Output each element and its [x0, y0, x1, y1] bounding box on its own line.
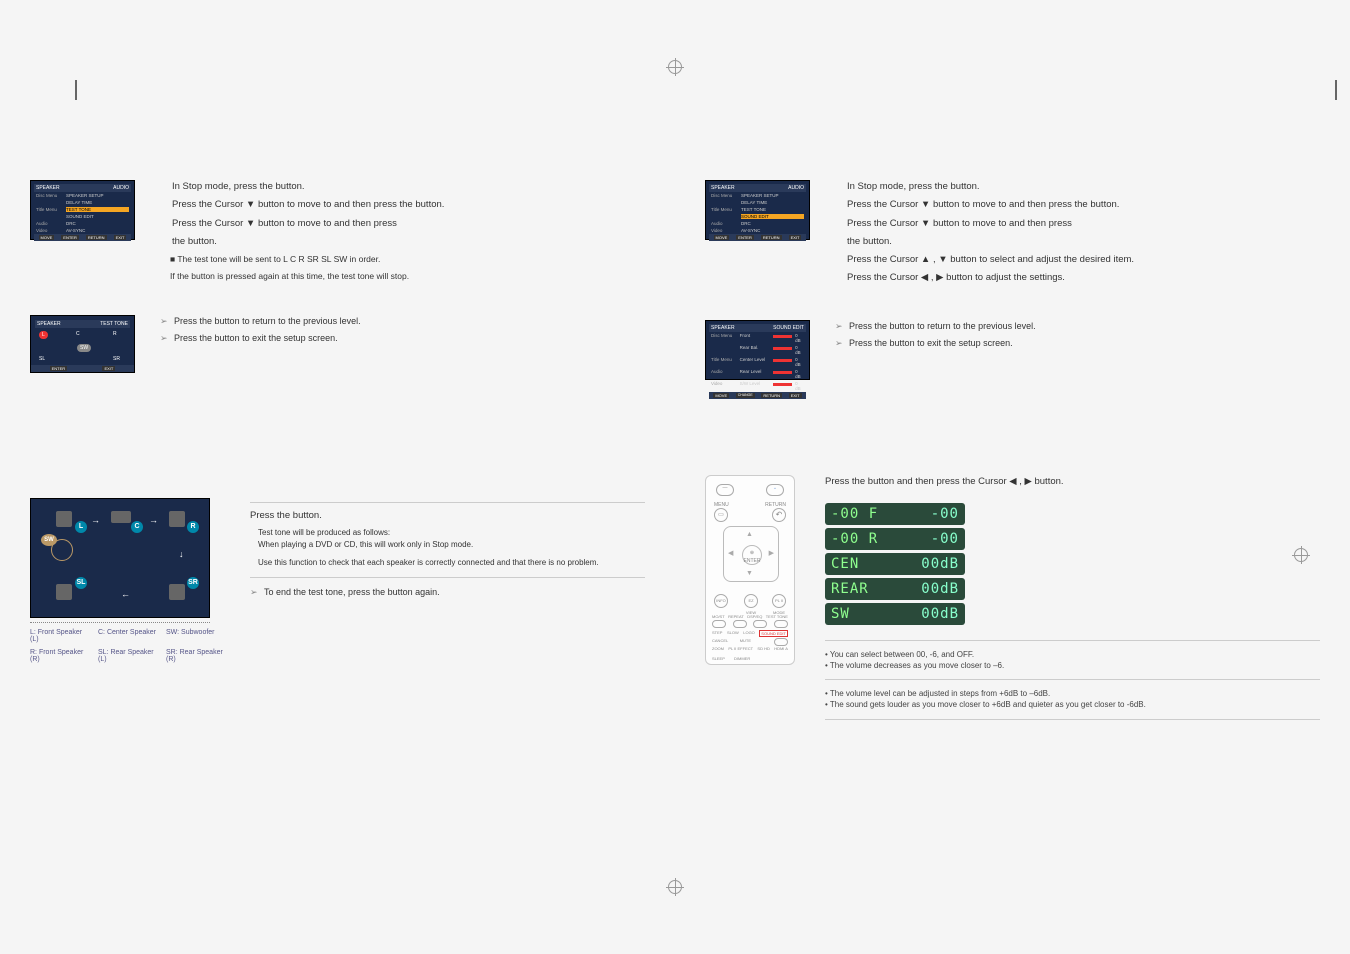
speaker-legend-row2: R: Front Speaker (R) SL: Rear Speaker (L… [30, 649, 230, 663]
lcd-rear: REAR00dB [825, 578, 965, 600]
exit-note: Press the button to exit the setup scree… [835, 337, 1320, 351]
crop-mark [75, 80, 77, 100]
menu-screenshot: SPEAKER AUDIO Disc MenuSPEAKER SETUP DEL… [30, 180, 135, 240]
note-levels: • The volume level can be adjusted in st… [825, 679, 1320, 719]
up-arrow-icon: ▲ [746, 531, 753, 538]
left-page: SPEAKER AUDIO Disc MenuSPEAKER SETUP DEL… [0, 0, 675, 954]
down-arrow-icon: ▼ [746, 570, 753, 577]
speaker-c-icon: C [131, 521, 143, 533]
speaker-sr-icon: SR [187, 577, 199, 589]
enter-button: ⊕ENTER [742, 545, 762, 565]
step-4: Press the Cursor ▲ , ▼ button to select … [835, 253, 1320, 267]
arrow-icon: ← [121, 589, 130, 599]
speaker-sl-icon: SL [75, 577, 87, 589]
sub-note-1: ■ The test tone will be sent to L C R SR… [170, 253, 645, 266]
lcd-rear-bal: -00 R-00 [825, 528, 965, 550]
lcd-front: -00 F-00 [825, 503, 965, 525]
test-tone-desc3: Use this function to check that each spe… [258, 557, 645, 569]
test-tone-desc2: When playing a DVD or CD, this will work… [258, 539, 645, 551]
press-test-tone: Press the button. [250, 509, 645, 523]
step-1: In Stop mode, press the button. [160, 180, 645, 194]
left-arrow-icon: ◀ [728, 549, 733, 557]
menu-title-right: AUDIO [113, 185, 129, 191]
test-tone-desc1: Test tone will be produced as follows: [258, 527, 645, 539]
step-5: Press the Cursor ◀ , ▶ button to adjust … [835, 271, 1320, 285]
remote-control-diagram: — ⌄ MENU RETURN ▭ ↶ ▲ ▼ ◀ ▶ ⊕ENTER INFO [705, 475, 795, 665]
chevron-down-icon: ⌄ [766, 484, 784, 496]
press-sound-edit: Press the button and then press the Curs… [825, 475, 1320, 489]
step-2: Press the Cursor ▼ button to move to and… [835, 198, 1320, 212]
speaker-r-icon: R [187, 521, 199, 533]
return-note: Press the button to return to the previo… [835, 320, 1320, 334]
right-arrow-icon: ▶ [769, 549, 774, 557]
right-page: SPEAKER AUDIO Disc MenuSPEAKER SETUP DEL… [675, 0, 1350, 954]
sub-note-2: If the button is pressed again at this t… [170, 270, 645, 283]
step-1: In Stop mode, press the button. [835, 180, 1320, 194]
speaker-layout-diagram: L C R SW SL SR → → ↓ ← [30, 498, 210, 618]
arrow-icon: ↓ [179, 549, 184, 559]
lcd-cen: CEN00dB [825, 553, 965, 575]
speaker-legend: L: Front Speaker (L) C: Center Speaker S… [30, 629, 230, 643]
sound-edit-screenshot: SPEAKER SOUND EDIT Disc MenuFront0 dB Re… [705, 320, 810, 380]
return-note: Press the button to return to the previo… [160, 315, 645, 329]
step-2: Press the Cursor ▼ button to move to and… [160, 198, 645, 212]
end-test-tone: To end the test tone, press the button a… [250, 586, 645, 600]
speaker-l-icon: L [75, 521, 87, 533]
lcd-sw: SW00dB [825, 603, 965, 625]
step-3b: the button. [835, 235, 1320, 249]
menu-title-left: SPEAKER [36, 185, 60, 191]
test-tone-screenshot: SPEAKER TEST TONE L C R SW SL SR ENTER E… [30, 315, 135, 373]
arrow-icon: → [149, 515, 158, 525]
crop-mark [1335, 80, 1337, 100]
step-3: Press the Cursor ▼ button to move to and… [160, 217, 645, 231]
step-3: Press the Cursor ▼ button to move to and… [835, 217, 1320, 231]
step-3b: the button. [160, 235, 645, 249]
arrow-icon: → [91, 515, 100, 525]
menu-screenshot-audio: SPEAKER AUDIO Disc MenuSPEAKER SETUP DEL… [705, 180, 810, 240]
exit-note: Press the button to exit the setup scree… [160, 332, 645, 346]
note-front-rear: • You can select between 00, -6, and OFF… [825, 640, 1320, 671]
